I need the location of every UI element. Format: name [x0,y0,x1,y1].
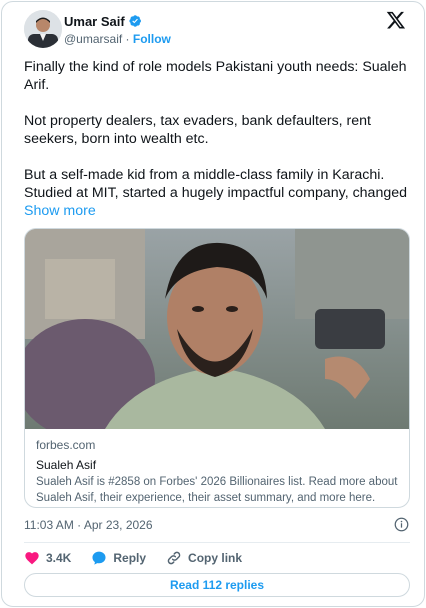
link-domain: forbes.com [36,438,96,452]
follow-button[interactable]: Follow [133,32,171,46]
reply-bubble-icon [92,551,106,565]
like-count: 3.4K [46,551,72,565]
read-replies-button[interactable]: Read 112 replies [24,573,410,597]
show-more-link[interactable]: Show more [24,203,96,219]
x-logo-icon[interactable] [386,10,406,30]
link-preview-card[interactable]: forbes.com Sualeh Asif Sualeh Asif is #2… [24,228,410,508]
divider [24,542,410,543]
reply-label: Reply [113,551,147,565]
link-title: Sualeh Asif [36,458,97,472]
separator-dot: · [125,32,130,46]
author-name[interactable]: Umar Saif [64,14,125,29]
tweet-header: Umar Saif @umarsaif · Follow [24,10,408,50]
tweet-paragraph: But a self-made kid from a middle-class … [24,166,409,220]
avatar[interactable] [24,10,62,48]
tweet-paragraph-text: But a self-made kid from a middle-class … [24,167,408,201]
verified-badge-icon [129,15,141,27]
reply-button[interactable]: Reply [91,550,146,566]
tweet-paragraph: Not property dealers, tax evaders, bank … [24,113,371,147]
copy-link-button[interactable]: Copy link [166,550,242,566]
handle-row: @umarsaif · Follow [64,32,171,46]
tweet-paragraph: Finally the kind of role models Pakistan… [24,59,407,93]
link-preview-image [25,229,409,429]
heart-icon [25,552,39,565]
link-icon [167,551,181,565]
copy-link-label: Copy link [188,551,243,565]
author-handle[interactable]: @umarsaif [64,32,122,46]
link-description: Sualeh Asif is #2858 on Forbes' 2026 Bil… [36,476,398,504]
tweet-timestamp[interactable]: 11:03 AM · Apr 23, 2026 [24,518,153,532]
like-button[interactable]: 3.4K [24,550,71,566]
tweet-text: Finally the kind of role models Pakistan… [24,58,409,238]
info-icon[interactable] [394,517,409,532]
tweet-embed-card: Umar Saif @umarsaif · Follow Finally the… [1,1,425,607]
action-bar: 3.4K Reply Copy link [24,549,262,567]
author-block: Umar Saif @umarsaif · Follow [64,13,171,47]
link-preview-info: forbes.com Sualeh Asif Sualeh Asif is #2… [36,438,401,506]
